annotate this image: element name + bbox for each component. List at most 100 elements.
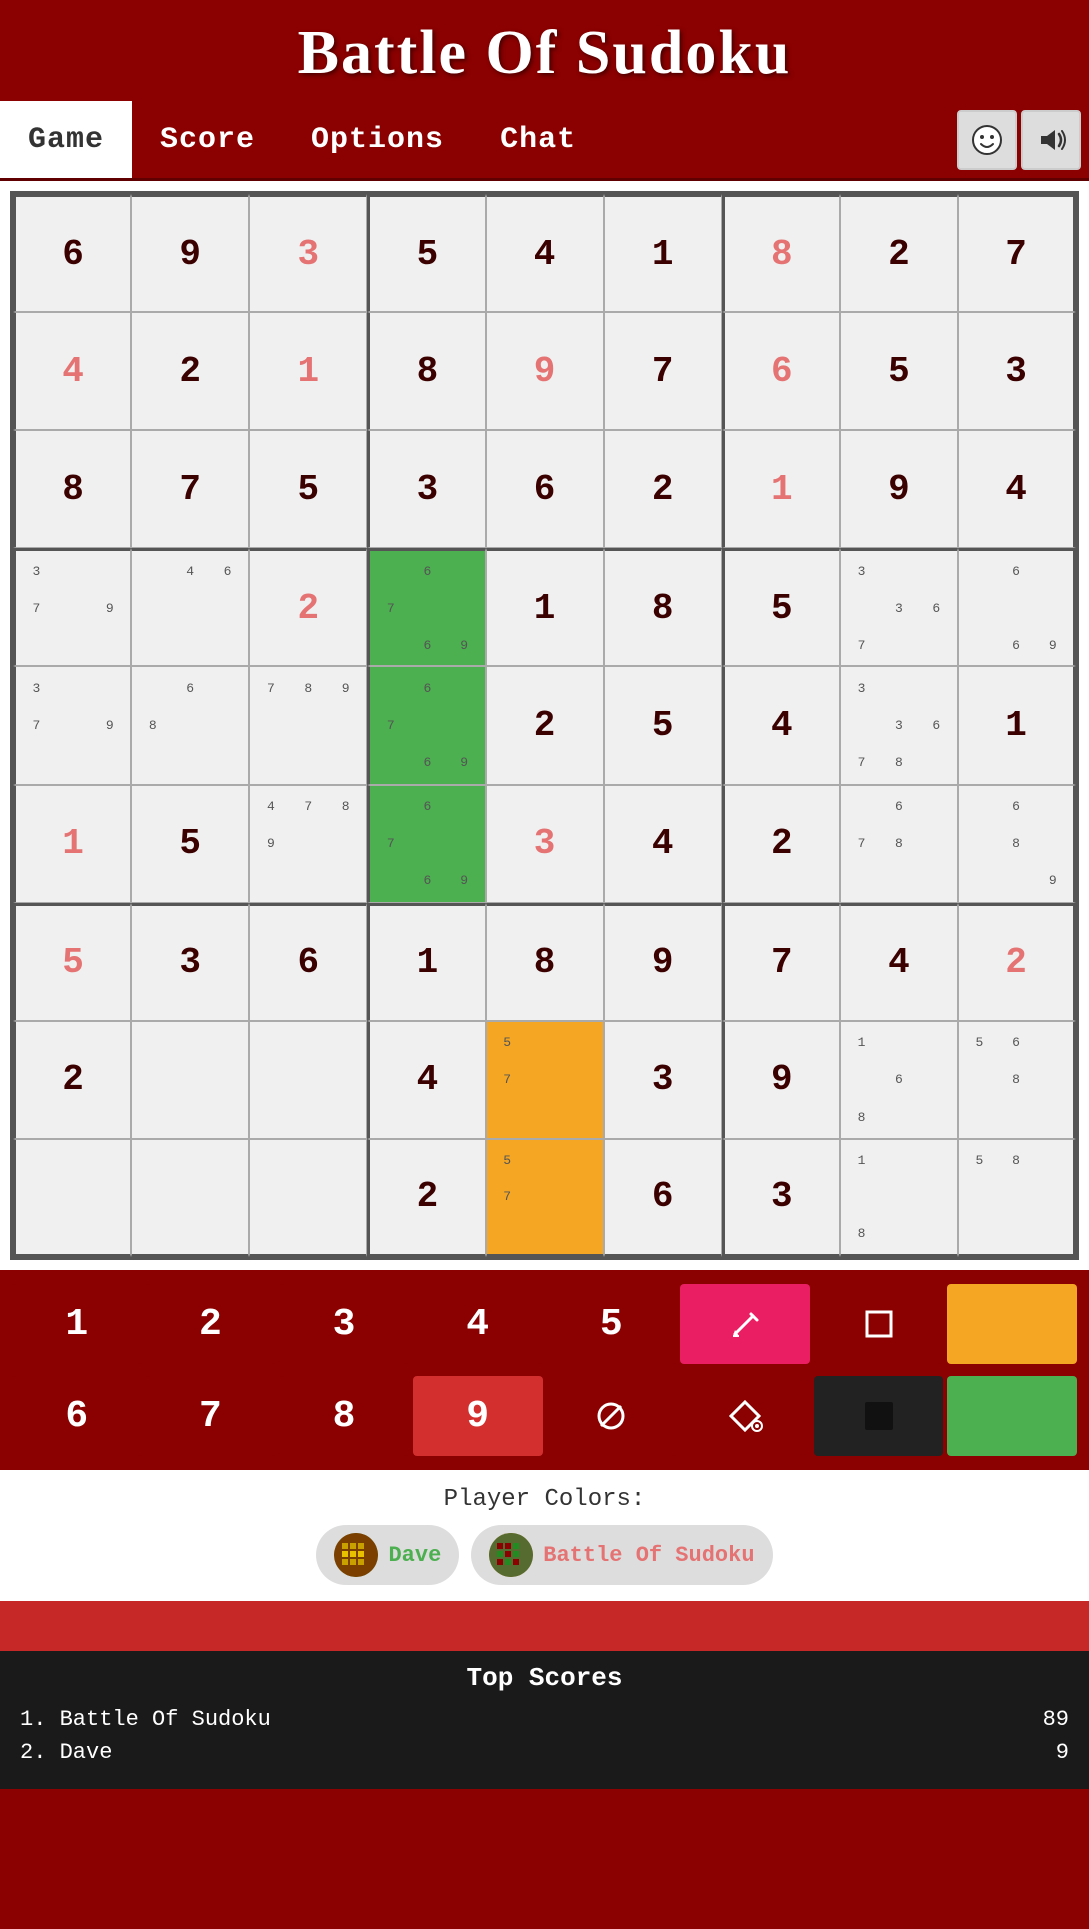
cell-2-2[interactable]: 5 (249, 430, 367, 548)
ctrl-btn-ctrl-row-1-2[interactable]: 3 (279, 1284, 409, 1364)
tab-score[interactable]: Score (132, 101, 283, 178)
cell-4-6[interactable]: 4 (722, 666, 840, 784)
cell-1-6[interactable]: 6 (722, 312, 840, 430)
cell-0-0[interactable]: 6 (13, 194, 131, 312)
cell-7-1[interactable] (131, 1021, 249, 1139)
cell-0-4[interactable]: 4 (486, 194, 604, 312)
cell-8-7[interactable]: 18 (840, 1139, 958, 1257)
cell-5-0[interactable]: 1 (13, 785, 131, 903)
cell-4-0[interactable]: 379 (13, 666, 131, 784)
cell-8-1[interactable] (131, 1139, 249, 1257)
cell-1-7[interactable]: 5 (840, 312, 958, 430)
ctrl-btn-ctrl-row-1-7[interactable] (947, 1284, 1077, 1364)
cell-5-3[interactable]: 6769 (367, 785, 485, 903)
cell-2-0[interactable]: 8 (13, 430, 131, 548)
cell-8-4[interactable]: 57 (486, 1139, 604, 1257)
cell-2-7[interactable]: 9 (840, 430, 958, 548)
ctrl-btn-ctrl-row-2-6[interactable] (814, 1376, 944, 1456)
cell-3-4[interactable]: 1 (486, 548, 604, 666)
cell-3-0[interactable]: 379 (13, 548, 131, 666)
sound-button[interactable] (1021, 110, 1081, 170)
cell-3-8[interactable]: 669 (958, 548, 1076, 666)
cell-5-1[interactable]: 5 (131, 785, 249, 903)
cell-0-7[interactable]: 2 (840, 194, 958, 312)
cell-5-6[interactable]: 2 (722, 785, 840, 903)
cell-6-6[interactable]: 7 (722, 903, 840, 1021)
cell-6-0[interactable]: 5 (13, 903, 131, 1021)
ctrl-btn-ctrl-row-1-0[interactable]: 1 (12, 1284, 142, 1364)
cell-6-2[interactable]: 6 (249, 903, 367, 1021)
cell-8-0[interactable] (13, 1139, 131, 1257)
cell-0-2[interactable]: 3 (249, 194, 367, 312)
cell-1-8[interactable]: 3 (958, 312, 1076, 430)
cell-1-2[interactable]: 1 (249, 312, 367, 430)
cell-7-8[interactable]: 568 (958, 1021, 1076, 1139)
ctrl-btn-ctrl-row-2-2[interactable]: 8 (279, 1376, 409, 1456)
cell-2-8[interactable]: 4 (958, 430, 1076, 548)
cell-4-1[interactable]: 68 (131, 666, 249, 784)
cell-1-3[interactable]: 8 (367, 312, 485, 430)
cell-7-6[interactable]: 9 (722, 1021, 840, 1139)
cell-0-8[interactable]: 7 (958, 194, 1076, 312)
ctrl-btn-ctrl-row-1-1[interactable]: 2 (146, 1284, 276, 1364)
ctrl-btn-ctrl-row-1-6[interactable] (814, 1284, 944, 1364)
cell-6-1[interactable]: 3 (131, 903, 249, 1021)
cell-6-4[interactable]: 8 (486, 903, 604, 1021)
ctrl-btn-ctrl-row-1-3[interactable]: 4 (413, 1284, 543, 1364)
cell-6-8[interactable]: 2 (958, 903, 1076, 1021)
cell-5-2[interactable]: 4789 (249, 785, 367, 903)
cell-8-5[interactable]: 6 (604, 1139, 722, 1257)
cell-2-1[interactable]: 7 (131, 430, 249, 548)
ctrl-btn-ctrl-row-2-0[interactable]: 6 (12, 1376, 142, 1456)
cell-2-6[interactable]: 1 (722, 430, 840, 548)
cell-7-2[interactable] (249, 1021, 367, 1139)
cell-1-1[interactable]: 2 (131, 312, 249, 430)
cell-7-0[interactable]: 2 (13, 1021, 131, 1139)
cell-7-3[interactable]: 4 (367, 1021, 485, 1139)
cell-7-5[interactable]: 3 (604, 1021, 722, 1139)
emoji-button[interactable] (957, 110, 1017, 170)
cell-6-3[interactable]: 1 (367, 903, 485, 1021)
ctrl-btn-ctrl-row-1-5[interactable] (680, 1284, 810, 1364)
cell-3-2[interactable]: 2 (249, 548, 367, 666)
cell-4-5[interactable]: 5 (604, 666, 722, 784)
cell-3-5[interactable]: 8 (604, 548, 722, 666)
cell-6-7[interactable]: 4 (840, 903, 958, 1021)
ctrl-btn-ctrl-row-2-3[interactable]: 9 (413, 1376, 543, 1456)
ctrl-btn-ctrl-row-1-4[interactable]: 5 (547, 1284, 677, 1364)
cell-7-4[interactable]: 57 (486, 1021, 604, 1139)
cell-8-6[interactable]: 3 (722, 1139, 840, 1257)
cell-3-3[interactable]: 6769 (367, 548, 485, 666)
cell-1-4[interactable]: 9 (486, 312, 604, 430)
ctrl-btn-ctrl-row-2-5[interactable] (680, 1376, 810, 1456)
cell-0-6[interactable]: 8 (722, 194, 840, 312)
cell-2-4[interactable]: 6 (486, 430, 604, 548)
ctrl-btn-ctrl-row-2-4[interactable] (547, 1376, 677, 1456)
cell-8-8[interactable]: 58 (958, 1139, 1076, 1257)
cell-3-6[interactable]: 5 (722, 548, 840, 666)
tab-chat[interactable]: Chat (472, 101, 604, 178)
cell-8-3[interactable]: 2 (367, 1139, 485, 1257)
cell-5-7[interactable]: 678 (840, 785, 958, 903)
cell-7-7[interactable]: 168 (840, 1021, 958, 1139)
cell-6-5[interactable]: 9 (604, 903, 722, 1021)
cell-1-0[interactable]: 4 (13, 312, 131, 430)
ctrl-btn-ctrl-row-2-7[interactable] (947, 1376, 1077, 1456)
ctrl-btn-ctrl-row-2-1[interactable]: 7 (146, 1376, 276, 1456)
cell-3-1[interactable]: 46 (131, 548, 249, 666)
cell-0-1[interactable]: 9 (131, 194, 249, 312)
cell-4-3[interactable]: 6769 (367, 666, 485, 784)
cell-5-8[interactable]: 689 (958, 785, 1076, 903)
cell-5-5[interactable]: 4 (604, 785, 722, 903)
cell-3-7[interactable]: 3367 (840, 548, 958, 666)
cell-0-3[interactable]: 5 (367, 194, 485, 312)
cell-8-2[interactable] (249, 1139, 367, 1257)
cell-0-5[interactable]: 1 (604, 194, 722, 312)
cell-2-3[interactable]: 3 (367, 430, 485, 548)
tab-options[interactable]: Options (283, 101, 472, 178)
tab-game[interactable]: Game (0, 101, 132, 178)
cell-4-2[interactable]: 789 (249, 666, 367, 784)
cell-4-4[interactable]: 2 (486, 666, 604, 784)
cell-4-8[interactable]: 1 (958, 666, 1076, 784)
cell-2-5[interactable]: 2 (604, 430, 722, 548)
